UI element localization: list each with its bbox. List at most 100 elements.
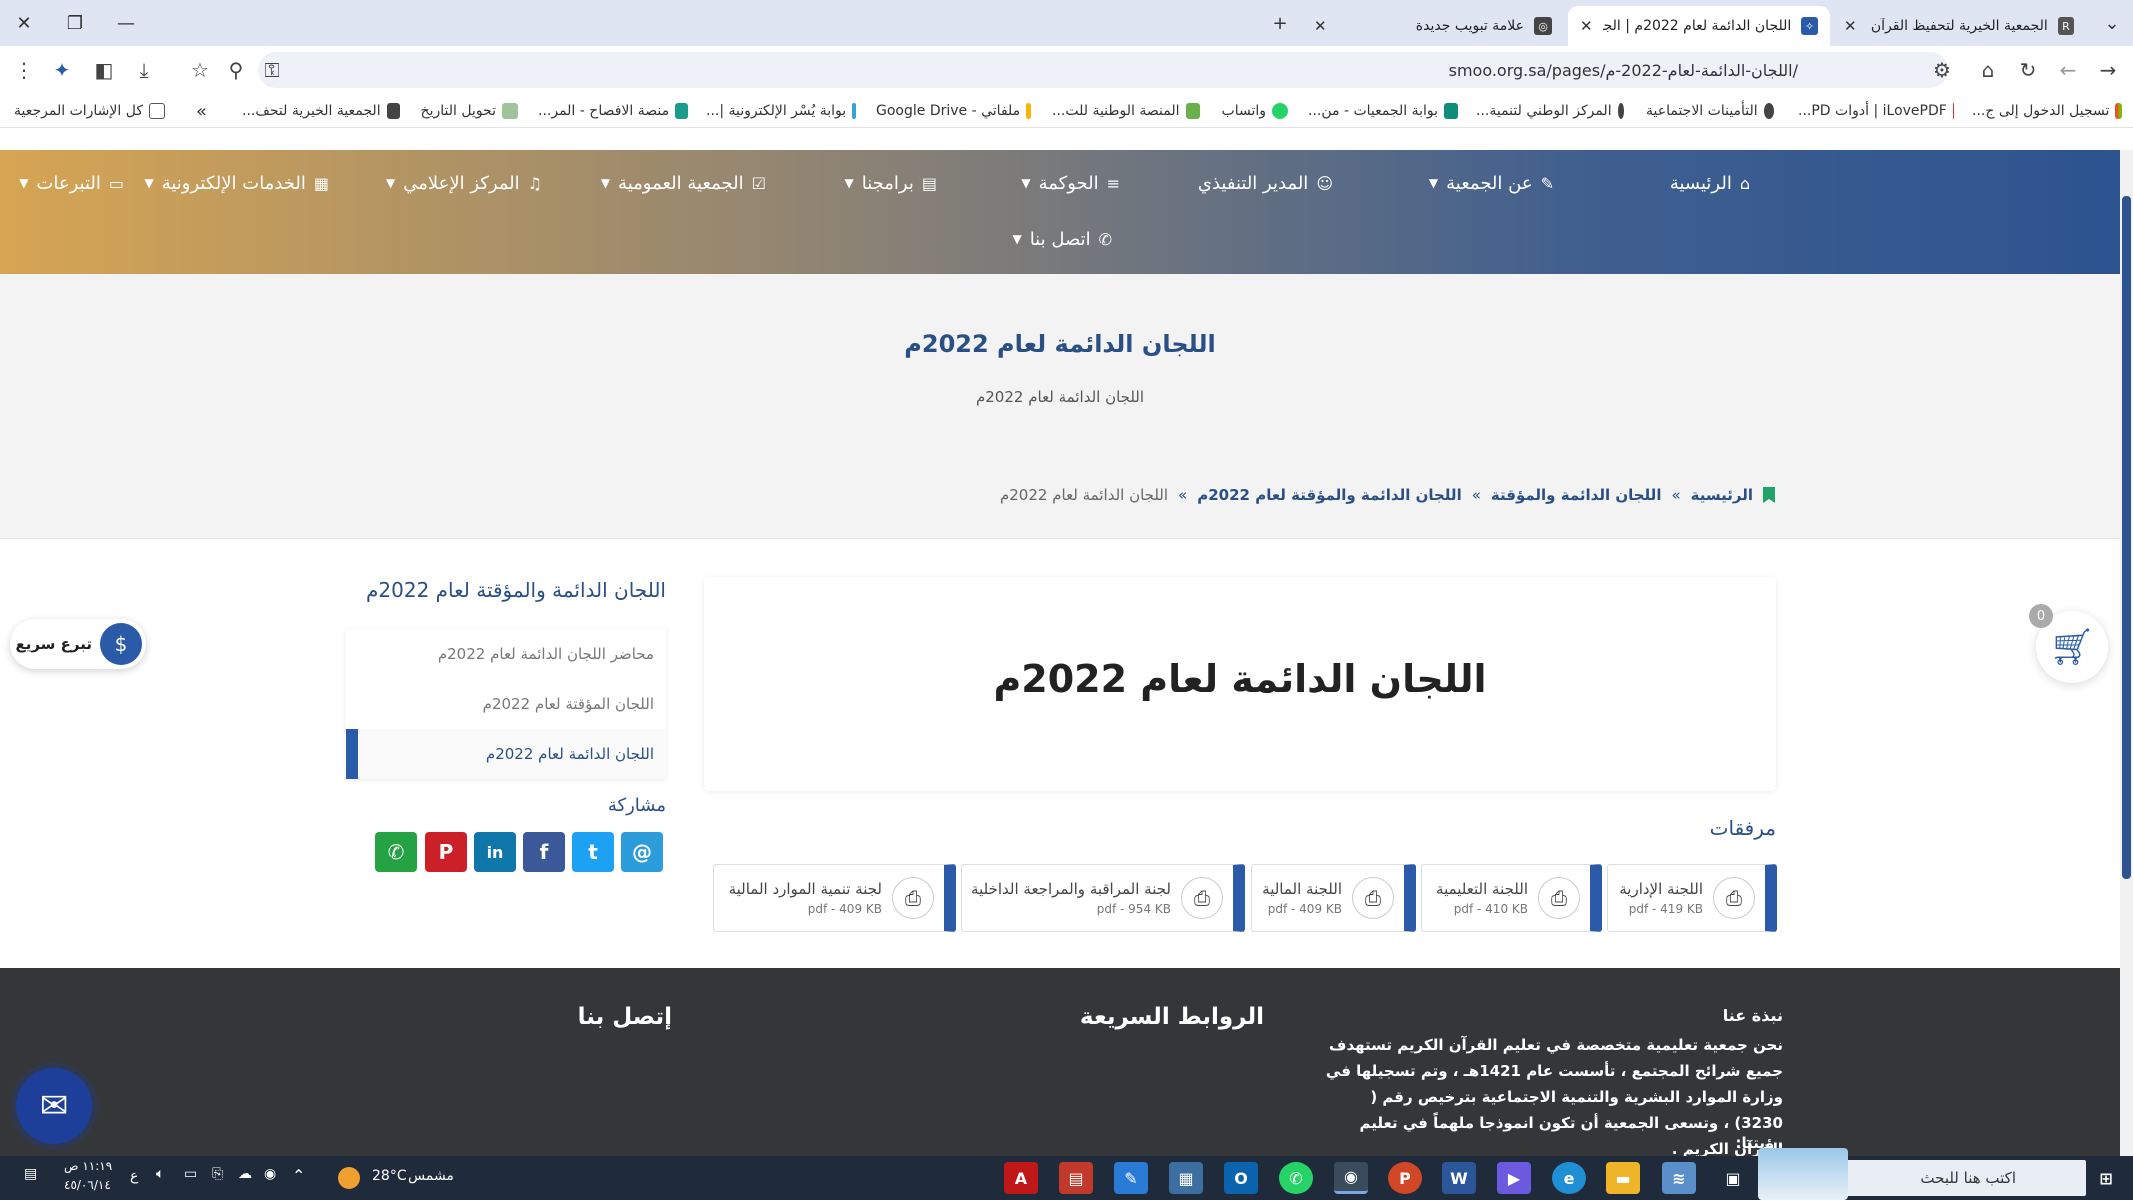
usb-icon[interactable]: ⎘ bbox=[212, 1166, 223, 1182]
volume-muted-icon[interactable]: 🔈︎ bbox=[156, 1166, 164, 1182]
chrome-icon[interactable]: ◉ bbox=[1334, 1162, 1368, 1194]
weather-sun-icon[interactable] bbox=[338, 1167, 360, 1189]
archive-icon[interactable]: ▤ bbox=[1059, 1162, 1093, 1194]
nav-item-general-assembly[interactable]: ☑ الجمعية العمومية ▼ bbox=[601, 165, 766, 201]
bookmark-star-icon[interactable]: ☆ bbox=[184, 54, 216, 86]
extension-icon[interactable]: ✦ bbox=[46, 54, 78, 86]
word-icon[interactable]: W bbox=[1442, 1162, 1476, 1194]
nav-item-executive-director[interactable]: ☺ المدير التنفيذي bbox=[1198, 165, 1333, 201]
reload-icon[interactable]: ↻ bbox=[2012, 54, 2044, 86]
taskbar-app-icon[interactable]: ≋ bbox=[1662, 1162, 1696, 1194]
forward-icon[interactable]: ← bbox=[2052, 54, 2084, 86]
share-twitter-button[interactable]: t bbox=[572, 832, 614, 872]
media-player-icon[interactable]: ▶ bbox=[1497, 1162, 1531, 1194]
calculator-icon[interactable]: ▦ bbox=[1169, 1162, 1203, 1194]
quick-donate-label: تبرع سريع bbox=[15, 635, 92, 653]
associations-icon bbox=[1444, 103, 1458, 119]
browser-tab-strip: ✕ ❐ — + ◎ علامة تبويب جديدة ✕ ✧ اللجان ا… bbox=[0, 0, 2133, 46]
input-language[interactable]: ع bbox=[130, 1168, 138, 1184]
attachment-item[interactable]: ⎙ لجنة المراقبة والمراجعة الداخلية pdf - … bbox=[961, 864, 1245, 932]
browser-tab-active[interactable]: ✧ اللجان الدائمة لعام 2022م | الجمع ✕ bbox=[1568, 6, 1830, 46]
whatsapp-icon[interactable]: ✆ bbox=[1279, 1162, 1313, 1194]
paint-icon[interactable]: ✎ bbox=[1114, 1162, 1148, 1194]
tab-close-icon[interactable]: ✕ bbox=[1844, 17, 1857, 35]
home-icon[interactable]: ⌂ bbox=[1972, 54, 2004, 86]
bookmark-item[interactable]: بوابة الجمعيات - من... bbox=[1308, 100, 1458, 122]
share-facebook-button[interactable]: f bbox=[523, 832, 565, 872]
breadcrumb-parent-link[interactable]: اللجان الدائمة والمؤقتة bbox=[1491, 486, 1662, 504]
nav-label: المركز الإعلامي bbox=[403, 172, 520, 194]
password-key-icon[interactable]: ⚿ bbox=[256, 54, 288, 86]
menu-kebab-icon[interactable]: ⋮ bbox=[8, 54, 40, 86]
attachment-item[interactable]: ⎙ اللجنة الإدارية pdf - 419 KB bbox=[1607, 864, 1777, 932]
breadcrumb-section-link[interactable]: اللجان الدائمة والمؤقتة لعام 2022م bbox=[1197, 486, 1461, 504]
task-view-icon[interactable]: ▣ bbox=[1716, 1162, 1750, 1194]
side-panel-icon[interactable]: ◧ bbox=[88, 54, 120, 86]
bookmark-item[interactable]: التأمينات الاجتماعية bbox=[1646, 100, 1774, 122]
browser-tab-newtab[interactable]: ◎ علامة تبويب جديدة ✕ bbox=[1302, 6, 1564, 46]
nav-item-home[interactable]: ⌂ الرئيسية bbox=[1670, 165, 1750, 201]
windows-start-icon[interactable]: ⊞ bbox=[2088, 1162, 2124, 1194]
bookmark-item[interactable]: تسجيل الدخول إلى ج... bbox=[1972, 100, 2122, 122]
edge-icon[interactable]: e bbox=[1552, 1162, 1586, 1194]
bookmark-item[interactable]: iLovePDF | أدوات PD... bbox=[1798, 100, 1954, 122]
attachment-name: اللجنة التعليمية bbox=[1436, 880, 1528, 898]
new-tab-icon[interactable]: + bbox=[1260, 6, 1300, 40]
nav-item-contact[interactable]: ✆ اتصل بنا ▼ bbox=[1012, 221, 1112, 257]
onedrive-cloud-icon[interactable]: ☁ bbox=[238, 1166, 252, 1182]
window-restore-icon[interactable]: ❐ bbox=[55, 6, 95, 40]
site-settings-icon[interactable]: ⚙ bbox=[1926, 54, 1958, 86]
sidebar-item-temporary[interactable]: اللجان المؤقتة لعام 2022م bbox=[346, 679, 666, 729]
nav-item-programs[interactable]: ▤ برامجنا ▼ bbox=[845, 165, 937, 201]
file-explorer-icon[interactable]: ▬ bbox=[1606, 1162, 1640, 1194]
breadcrumb-home-link[interactable]: الرئيسية bbox=[1691, 486, 1753, 504]
attachment-item[interactable]: ⎙ اللجنة المالية pdf - 409 KB bbox=[1251, 864, 1416, 932]
bookmarks-more-button[interactable]: » bbox=[196, 100, 207, 122]
share-email-button[interactable]: @ bbox=[621, 832, 663, 872]
download-icon[interactable]: ⤓ bbox=[128, 54, 160, 86]
notifications-icon[interactable]: ▤ bbox=[24, 1166, 37, 1182]
share-pinterest-button[interactable]: P bbox=[425, 832, 467, 872]
record-icon[interactable]: ◉ bbox=[264, 1166, 276, 1182]
tab-search-chevron-icon[interactable]: ⌄ bbox=[2092, 6, 2132, 40]
back-icon[interactable]: → bbox=[2092, 54, 2124, 86]
clock-time[interactable]: ١١:١٩ ص bbox=[64, 1159, 112, 1173]
share-whatsapp-button[interactable]: ✆ bbox=[375, 832, 417, 872]
contact-mail-button[interactable]: ✉ bbox=[16, 1068, 92, 1144]
sidebar-item-permanent[interactable]: اللجان الدائمة لعام 2022م bbox=[346, 729, 666, 779]
bookmark-item[interactable]: منصة الافصاح - المر... bbox=[538, 100, 688, 122]
attachment-item[interactable]: ⎙ اللجنة التعليمية pdf - 410 KB bbox=[1421, 864, 1602, 932]
quick-donate-button[interactable]: $ تبرع سريع bbox=[10, 619, 146, 669]
nav-item-about[interactable]: ✎ عن الجمعية ▼ bbox=[1429, 165, 1554, 201]
network-icon[interactable]: ▭ bbox=[184, 1166, 197, 1182]
nav-label: الجمعية العمومية bbox=[618, 172, 744, 194]
window-close-icon[interactable]: ✕ bbox=[4, 6, 44, 40]
nav-item-donations[interactable]: ▭ التبرعات ▼ bbox=[19, 165, 124, 201]
window-minimize-icon[interactable]: — bbox=[106, 6, 146, 40]
acrobat-icon[interactable]: A bbox=[1004, 1162, 1038, 1194]
show-hidden-icons-chevron-icon[interactable]: ⌃ bbox=[292, 1166, 305, 1185]
clock-date[interactable]: ٤٥/٠٦/١٤ bbox=[64, 1178, 111, 1192]
tab-close-icon[interactable]: ✕ bbox=[1580, 17, 1593, 35]
nav-item-e-services[interactable]: ▦ الخدمات الإلكترونية ▼ bbox=[144, 165, 329, 201]
bookmark-item[interactable]: المنصة الوطنية للت... bbox=[1052, 100, 1200, 122]
address-bar[interactable]: smoo.org.sa/pages/اللجان-الدائمة-لعام-20… bbox=[258, 52, 1948, 88]
page-scrollbar-thumb[interactable] bbox=[2122, 196, 2131, 879]
tab-close-icon[interactable]: ✕ bbox=[1314, 17, 1327, 35]
attachment-item[interactable]: ⎙ لجنة تنمية الموارد المالية pdf - 409 KB bbox=[713, 864, 956, 932]
bookmark-item[interactable]: الجمعية الخيرية لتحف... bbox=[242, 100, 400, 122]
nav-item-governance[interactable]: ≡ الحوكمة ▼ bbox=[1021, 165, 1120, 201]
bookmark-item[interactable]: تحويل التاريخ bbox=[418, 100, 518, 122]
zoom-icon[interactable]: ⚲ bbox=[220, 54, 252, 86]
bookmark-item[interactable]: ملفاتي - Google Drive bbox=[876, 100, 1031, 122]
bookmark-item[interactable]: واتساب bbox=[1220, 100, 1288, 122]
share-linkedin-button[interactable]: in bbox=[474, 832, 516, 872]
browser-tab-site[interactable]: R الجمعية الخيرية لتحفيظ القرآن الك ✕ bbox=[1832, 6, 2086, 46]
bookmark-item[interactable]: المركز الوطني لتنمية... bbox=[1476, 100, 1624, 122]
powerpoint-icon[interactable]: P bbox=[1388, 1162, 1422, 1194]
bookmark-item[interactable]: بوابة يُسْر الإلكترونية |... bbox=[706, 100, 856, 122]
outlook-icon[interactable]: O bbox=[1224, 1162, 1258, 1194]
sidebar-item-minutes[interactable]: محاضر اللجان الدائمة لعام 2022م bbox=[346, 629, 666, 679]
nav-item-media-center[interactable]: ♫ المركز الإعلامي ▼ bbox=[386, 165, 542, 201]
all-bookmarks[interactable]: كل الإشارات المرجعية bbox=[14, 100, 165, 122]
